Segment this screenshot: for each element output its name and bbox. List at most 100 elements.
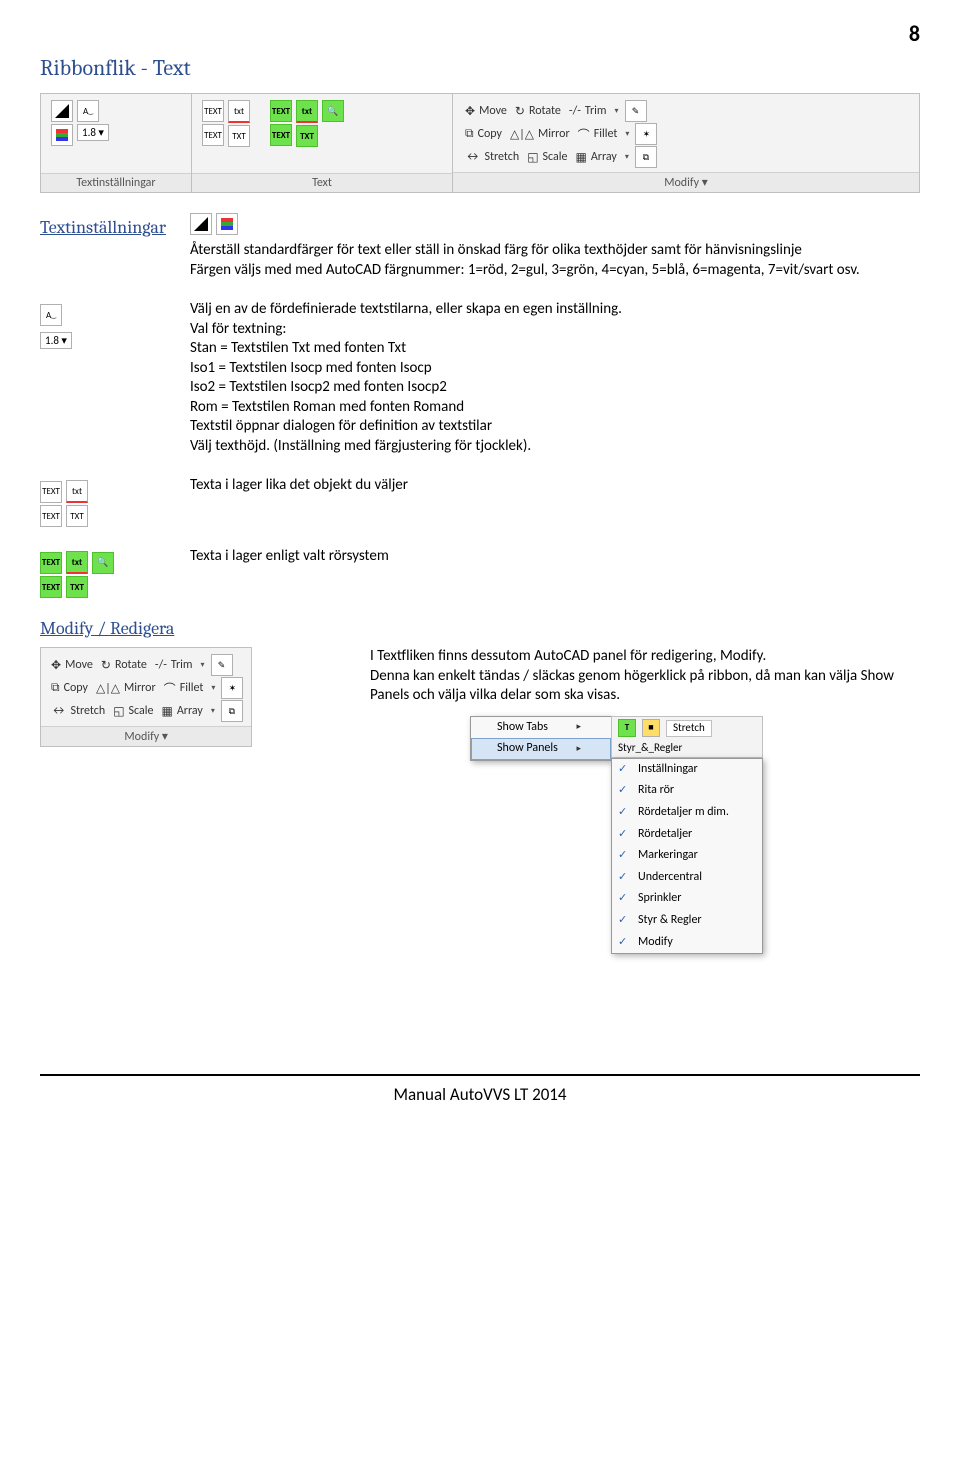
array-icon: ▦ xyxy=(576,150,587,165)
txt-green-icon[interactable]: TXT xyxy=(66,576,88,598)
sm-installningar[interactable]: ✓Inställningar xyxy=(612,759,762,781)
copy-button[interactable]: ⧉Copy xyxy=(463,126,504,142)
footer: Manual AutoVVS LT 2014 xyxy=(40,1074,920,1105)
text-icon[interactable]: TEXT xyxy=(40,505,62,527)
txt-icon[interactable]: TXT xyxy=(228,125,250,147)
check-icon: ✓ xyxy=(618,827,627,841)
cm-show-tabs[interactable]: Show Tabs▸ xyxy=(471,717,611,739)
move-icon: ✥ xyxy=(51,658,61,673)
array-button[interactable]: ▦Array▾ xyxy=(160,703,217,720)
textstyle-icon[interactable]: A‿ xyxy=(40,304,62,326)
array-icon: ▦ xyxy=(162,704,173,719)
check-icon: ✓ xyxy=(618,805,627,819)
textstyle-icon[interactable]: A‿ xyxy=(77,100,99,122)
tab-styr-regler: Styr_&_Regler xyxy=(611,739,763,758)
text-green-icon[interactable]: TEXT xyxy=(40,552,62,574)
text-green-icon[interactable]: TEXT xyxy=(270,124,292,146)
text-height-dropdown[interactable]: 1.8 ▾ xyxy=(40,332,72,349)
offset-icon[interactable]: ⧉ xyxy=(221,700,243,722)
subheading-modify: Modify / Redigera xyxy=(40,618,920,639)
color-black-icon[interactable] xyxy=(190,213,212,235)
rotate-button[interactable]: ↻Rotate xyxy=(513,103,563,120)
sm-sprinkler[interactable]: ✓Sprinkler xyxy=(612,888,762,910)
context-menu[interactable]: Show Tabs▸ Show Panels▸ xyxy=(470,716,612,761)
fillet-icon: ⌒ xyxy=(164,680,176,697)
scale-icon: ◱ xyxy=(527,150,538,165)
tab-text-icon[interactable]: T xyxy=(618,719,636,737)
mirror-icon: △|△ xyxy=(510,127,534,142)
sub-menu[interactable]: ✓Inställningar ✓Rita rör ✓Rördetaljer m … xyxy=(611,758,763,954)
move-button[interactable]: ✥Move xyxy=(49,657,95,674)
copy-button[interactable]: ⧉Copy xyxy=(49,680,90,696)
txt-green-icon[interactable]: TXT xyxy=(296,125,318,147)
body-text: Texta i lager lika det objekt du väljer xyxy=(190,476,920,496)
layers-colors-icon[interactable] xyxy=(216,213,238,235)
offset-icon[interactable]: ⧉ xyxy=(635,146,657,168)
array-button[interactable]: ▦Array▾ xyxy=(574,149,631,166)
rotate-button[interactable]: ↻Rotate xyxy=(99,657,149,674)
text-icon[interactable]: TEXT xyxy=(40,481,62,503)
move-icon: ✥ xyxy=(465,104,475,119)
modify-panel: ✥Move ↻Rotate -/-Trim▾ ✎ ⧉Copy △|△Mirror… xyxy=(40,647,252,747)
explode-icon[interactable]: ✶ xyxy=(221,677,243,699)
trim-icon: -/- xyxy=(569,104,581,118)
trim-button[interactable]: -/-Trim▾ xyxy=(567,103,621,119)
move-button[interactable]: ✥Move xyxy=(463,103,509,120)
sm-styr-regler[interactable]: ✓Styr & Regler xyxy=(612,910,762,932)
stretch-button[interactable]: ↔Stretch xyxy=(463,149,521,165)
check-icon: ✓ xyxy=(618,783,627,797)
trim-button[interactable]: -/-Trim▾ xyxy=(153,657,207,673)
erase-icon[interactable]: ✎ xyxy=(625,100,647,122)
text-height-dropdown[interactable]: 1.8 ▾ xyxy=(77,124,109,141)
sm-rita-ror[interactable]: ✓Rita rör xyxy=(612,780,762,802)
erase-icon[interactable]: ✎ xyxy=(211,654,233,676)
search-green-icon[interactable]: 🔍 xyxy=(322,100,344,122)
fillet-button[interactable]: ⌒Fillet▾ xyxy=(576,125,632,144)
page-number: 8 xyxy=(40,20,920,47)
txt-green-red-icon[interactable]: txt xyxy=(296,100,318,123)
sm-markeringar[interactable]: ✓Markeringar xyxy=(612,845,762,867)
txt-red-icon[interactable]: txt xyxy=(228,100,250,123)
check-icon: ✓ xyxy=(618,762,627,776)
panel-label: Modify ▾ xyxy=(453,172,919,192)
txt-green-red-icon[interactable]: txt xyxy=(66,551,88,574)
page-title: Ribbonflik - Text xyxy=(40,55,920,81)
tab-stretch[interactable]: Stretch xyxy=(666,720,712,736)
scale-icon: ◱ xyxy=(113,704,124,719)
copy-icon: ⧉ xyxy=(51,681,60,695)
check-icon: ✓ xyxy=(618,870,627,884)
stretch-icon: ↔ xyxy=(465,150,480,164)
color-black-icon[interactable] xyxy=(51,100,73,122)
text-icon[interactable]: TEXT xyxy=(202,124,224,146)
check-icon: ✓ xyxy=(618,848,627,862)
search-green-icon[interactable]: 🔍 xyxy=(92,552,114,574)
scale-button[interactable]: ◱Scale xyxy=(525,149,569,166)
stretch-icon: ↔ xyxy=(51,704,66,718)
sm-rordetaljer[interactable]: ✓Rördetaljer xyxy=(612,824,762,846)
mirror-button[interactable]: △|△Mirror xyxy=(94,680,158,697)
txt-red-icon[interactable]: txt xyxy=(66,480,88,503)
panel-label: Text xyxy=(192,173,452,192)
panel-label: Textinställningar xyxy=(41,173,191,192)
explode-icon[interactable]: ✶ xyxy=(635,123,657,145)
text-icon[interactable]: TEXT xyxy=(202,100,224,122)
body-text: Texta i lager enligt valt rörsystem xyxy=(190,547,920,567)
rotate-icon: ↻ xyxy=(101,658,111,673)
mirror-button[interactable]: △|△Mirror xyxy=(508,126,572,143)
body-text: Återställ standardfärger för text eller … xyxy=(190,241,920,280)
sm-modify[interactable]: ✓Modify xyxy=(612,932,762,954)
sm-rordetaljer-m-dim[interactable]: ✓Rördetaljer m dim. xyxy=(612,802,762,824)
tab-icon[interactable]: ■ xyxy=(642,719,660,737)
fillet-button[interactable]: ⌒Fillet▾ xyxy=(162,679,218,698)
mirror-icon: △|△ xyxy=(96,681,120,696)
txt-icon[interactable]: TXT xyxy=(66,505,88,527)
cm-show-panels[interactable]: Show Panels▸ xyxy=(471,738,611,760)
stretch-button[interactable]: ↔Stretch xyxy=(49,703,107,719)
text-green-icon[interactable]: TEXT xyxy=(40,576,62,598)
context-menu-screenshot: Show Tabs▸ Show Panels▸ T ■ Stretch Styr… xyxy=(470,716,920,955)
text-green-icon[interactable]: TEXT xyxy=(270,100,292,122)
sm-undercentral[interactable]: ✓Undercentral xyxy=(612,867,762,889)
trim-icon: -/- xyxy=(155,658,167,672)
scale-button[interactable]: ◱Scale xyxy=(111,703,155,720)
layers-colors-icon[interactable] xyxy=(51,124,73,146)
